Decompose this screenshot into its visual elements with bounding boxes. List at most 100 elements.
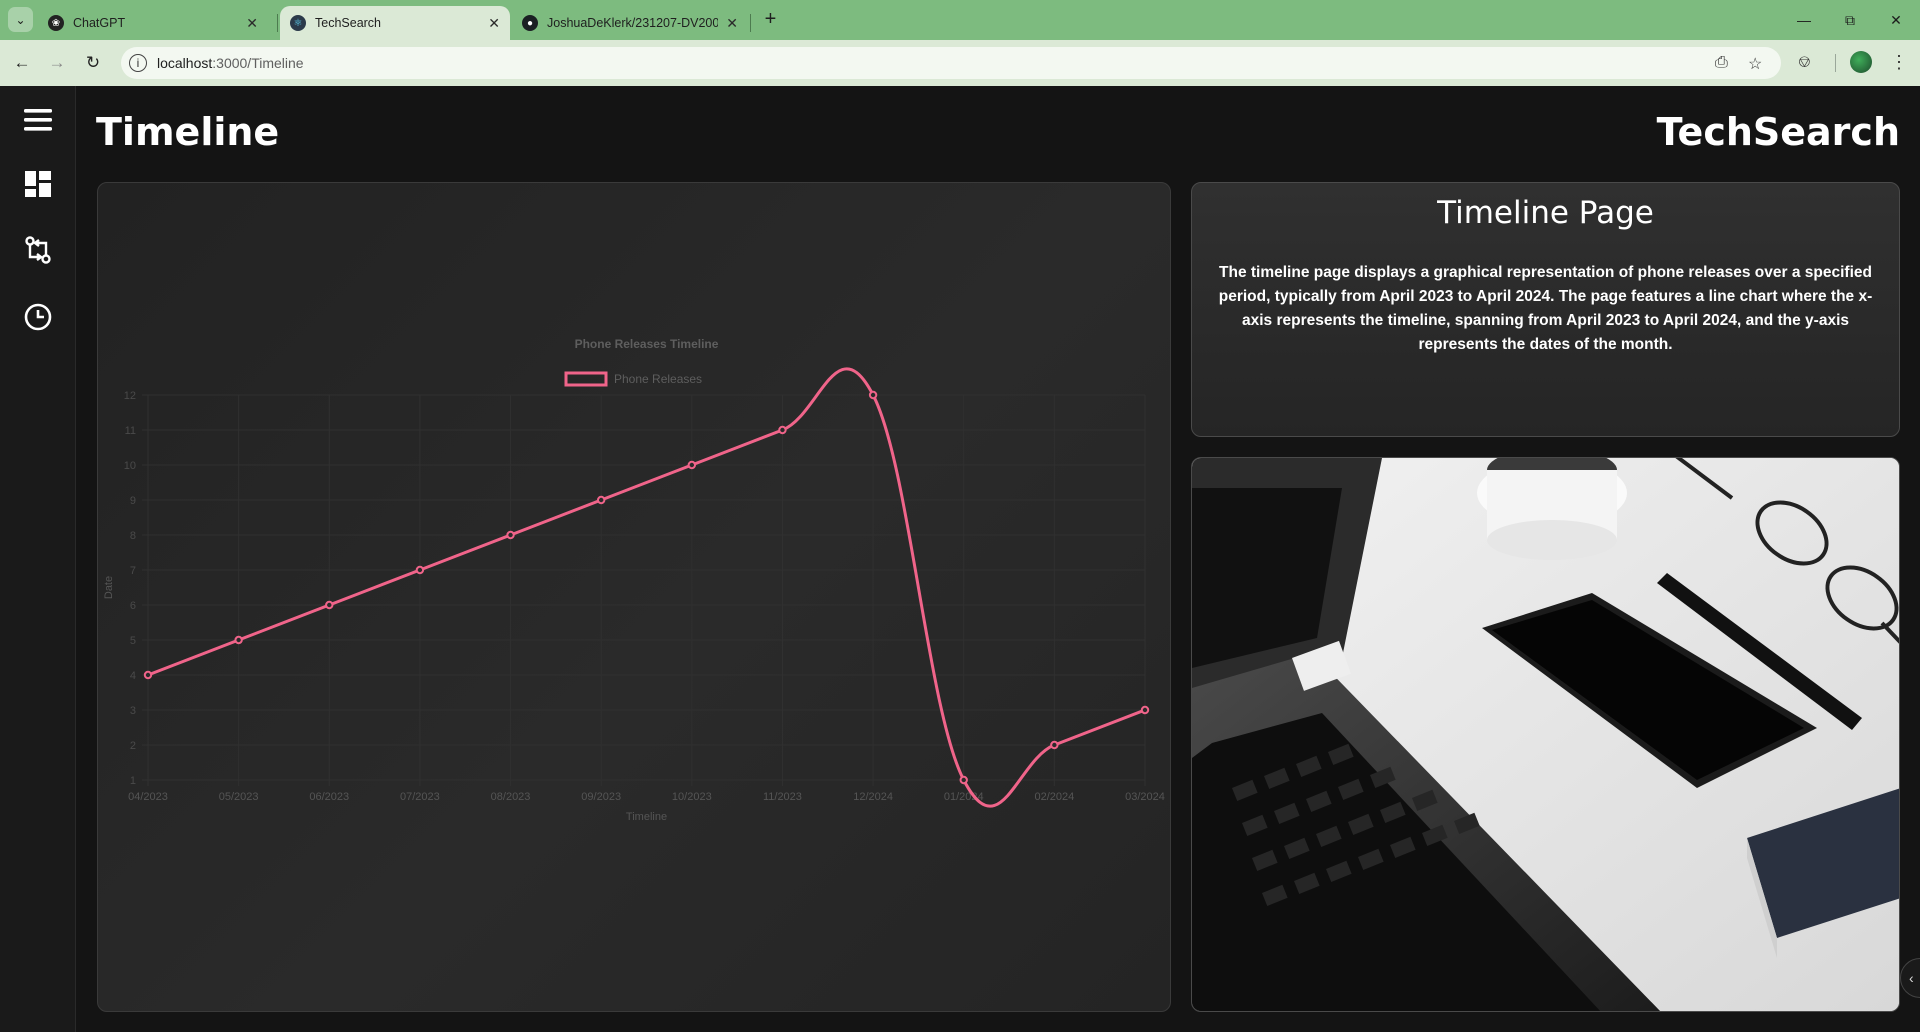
laptop-phone-desk-photo	[1191, 457, 1900, 1012]
dashboard-icon	[25, 171, 51, 197]
phone-releases-line-chart: Phone Releases Timeline Phone Releases 12 3…	[103, 337, 1165, 823]
close-window-button[interactable]: ✕	[1876, 6, 1916, 34]
x-axis-label: Timeline	[626, 811, 667, 823]
y-tick-label: 6	[130, 600, 136, 612]
x-tick-label: 11/2023	[763, 791, 802, 803]
tab-divider	[750, 14, 751, 32]
browser-tab-chatgpt[interactable]: ❀ ChatGPT ✕	[38, 6, 268, 40]
data-point	[1050, 740, 1059, 750]
github-icon: ●	[522, 15, 538, 31]
close-tab-icon[interactable]: ✕	[726, 15, 738, 32]
x-tick-label: 05/2023	[219, 791, 259, 803]
close-icon: ✕	[1890, 11, 1902, 28]
y-tick-label: 10	[124, 460, 136, 472]
plus-icon: +	[764, 8, 777, 30]
nav-dashboard[interactable]	[20, 166, 56, 202]
chart-title: Phone Releases Timeline	[575, 337, 719, 351]
y-tick-label: 9	[130, 495, 136, 507]
y-tick-label: 11	[125, 425, 136, 437]
nav-compare[interactable]	[20, 232, 56, 268]
close-tab-icon[interactable]: ✕	[246, 15, 258, 32]
forward-button[interactable]: →	[42, 48, 72, 78]
x-tick-label: 10/2023	[672, 791, 712, 803]
profile-avatar[interactable]	[1850, 51, 1872, 73]
chevron-down-icon: ⌄	[15, 12, 26, 27]
new-tab-button[interactable]: +	[758, 7, 783, 32]
data-point	[415, 565, 425, 575]
install-app-icon[interactable]: ⎙	[1715, 54, 1728, 72]
info-card: Timeline Page The timeline page displays…	[1191, 182, 1900, 437]
menu-icon	[24, 109, 52, 131]
chevron-left-icon: ‹	[1909, 970, 1914, 986]
minimize-icon: —	[1797, 12, 1811, 28]
restore-icon: ⧉	[1845, 11, 1855, 28]
y-tick-label: 2	[130, 740, 136, 752]
url-host: localhost	[157, 55, 213, 71]
react-icon: ⚛	[290, 15, 306, 31]
data-point	[959, 775, 968, 785]
side-panel-toggle[interactable]: ‹	[1900, 958, 1920, 998]
bookmark-star-icon[interactable]: ☆	[1748, 54, 1762, 74]
brand-logo-text: TechSearch	[1656, 110, 1900, 154]
timeline-chart-card: Phone Releases Timeline Phone Releases 1 2 3…	[97, 182, 1171, 1012]
x-tick-label: 09/2023	[581, 791, 621, 803]
y-tick-label: 7	[130, 565, 136, 577]
x-tick-label: 08/2023	[491, 791, 531, 803]
nav-timeline[interactable]	[20, 299, 56, 335]
x-tick-label: 12/2024	[853, 791, 893, 803]
url-path: :3000/Timeline	[212, 55, 304, 71]
data-point	[143, 670, 153, 680]
menu-button[interactable]	[20, 102, 56, 138]
back-button[interactable]: ←	[7, 48, 37, 78]
legend-swatch	[564, 371, 608, 387]
reload-icon: ↻	[85, 53, 101, 72]
restore-button[interactable]: ⧉	[1830, 6, 1870, 34]
y-tick-label: 5	[130, 635, 136, 647]
x-tick-label: 02/2024	[1034, 791, 1074, 803]
info-title: Timeline Page	[1437, 195, 1654, 231]
y-tick-label: 12	[124, 390, 136, 402]
data-point	[687, 460, 697, 470]
info-description: The timeline page displays a graphical r…	[1218, 264, 1873, 353]
x-tick-label: 07/2023	[400, 791, 440, 803]
arrow-right-icon: →	[48, 53, 66, 72]
clock-icon	[24, 303, 52, 331]
y-tick-label: 3	[130, 705, 136, 717]
legend-label: Phone Releases	[614, 372, 702, 386]
tab-search-button[interactable]: ⌄	[8, 7, 33, 32]
y-axis-label: Date	[103, 576, 115, 599]
arrow-left-icon: ←	[13, 53, 31, 72]
toolbar-divider	[1835, 54, 1836, 72]
data-point	[1140, 705, 1150, 715]
data-point	[778, 425, 787, 435]
tab-divider	[277, 14, 278, 32]
data-point	[596, 495, 606, 505]
data-point	[868, 390, 878, 400]
reload-button[interactable]: ↻	[78, 48, 108, 78]
browser-tab-strip: ⌄ ❀ ChatGPT ✕ ⚛ TechSearch ✕ ● JoshuaDeK…	[0, 0, 1920, 40]
desk-photo-illustration	[1192, 458, 1899, 1011]
chatgpt-icon: ❀	[48, 15, 64, 31]
y-tick-label: 4	[130, 670, 136, 682]
browser-tab-github[interactable]: ● JoshuaDeKlerk/231207-DV200- ✕	[512, 6, 748, 40]
minimize-button[interactable]: —	[1784, 6, 1824, 34]
x-tick-label: 03/2024	[1125, 791, 1165, 803]
url-text: localhost:3000/Timeline	[157, 55, 304, 71]
app-root: Timeline TechSearch Phone Releases Timel…	[0, 86, 1920, 1032]
series-line-phone-releases	[147, 367, 1146, 808]
y-tick-label: 8	[130, 530, 136, 542]
extensions-icon[interactable]: ⎊	[1798, 54, 1811, 72]
site-info-icon[interactable]: i	[129, 54, 147, 72]
page-title: Timeline	[96, 110, 280, 154]
close-tab-icon[interactable]: ✕	[488, 15, 500, 32]
x-tick-label: 06/2023	[309, 791, 349, 803]
browser-toolbar: ← → ↻ i localhost:3000/Timeline ⎙ ☆ ⎊ ⋮	[0, 40, 1920, 86]
side-navigation	[0, 86, 76, 1032]
address-bar[interactable]: i localhost:3000/Timeline ⎙ ☆	[121, 47, 1781, 79]
data-point	[234, 635, 243, 645]
more-menu-icon[interactable]: ⋮	[1890, 52, 1908, 73]
data-point	[325, 600, 334, 610]
x-tick-label: 04/2023	[128, 791, 168, 803]
browser-tab-techsearch[interactable]: ⚛ TechSearch ✕	[280, 6, 510, 40]
compare-icon	[25, 236, 51, 264]
